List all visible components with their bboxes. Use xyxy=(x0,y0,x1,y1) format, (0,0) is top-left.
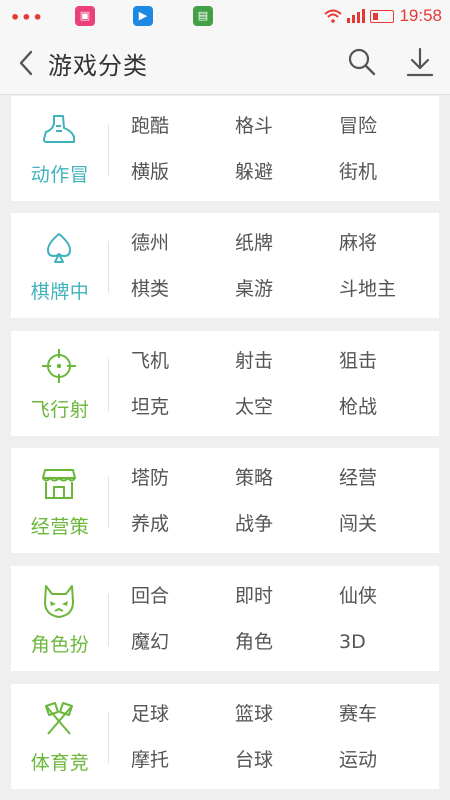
tag-link[interactable]: 跑酷 xyxy=(131,111,169,141)
tag-link[interactable]: 闯关 xyxy=(339,509,377,539)
category-roleplay[interactable]: 角色扮 xyxy=(11,566,109,671)
tag-link[interactable]: 策略 xyxy=(235,463,273,493)
tag-link[interactable]: 足球 xyxy=(131,699,169,729)
tag-link[interactable]: 养成 xyxy=(131,509,169,539)
app-header: 游戏分类 xyxy=(0,32,450,95)
category-card: 动作冒 跑酷 格斗 冒险 横版 躲避 街机 xyxy=(11,96,439,201)
category-card: 体育竞 足球 篮球 赛车 摩托 台球 运动 xyxy=(11,684,439,789)
divider xyxy=(108,712,109,764)
download-button[interactable] xyxy=(404,46,436,78)
category-label: 动作冒 xyxy=(30,164,90,186)
spade-icon xyxy=(47,233,71,263)
divider xyxy=(108,594,109,646)
tag-link[interactable]: 桌游 xyxy=(235,274,273,304)
video-player-notification-icon: ▶ xyxy=(133,6,153,26)
divider xyxy=(108,359,109,411)
tag-link[interactable]: 回合 xyxy=(131,581,169,611)
notification-dots: ••• xyxy=(10,8,44,27)
divider xyxy=(108,241,109,293)
back-button[interactable] xyxy=(14,48,40,78)
tag-link[interactable]: 台球 xyxy=(235,745,273,775)
tag-link[interactable]: 飞机 xyxy=(131,346,169,376)
tag-link[interactable]: 横版 xyxy=(131,157,169,187)
crossed-flags-icon xyxy=(45,702,73,735)
category-sports[interactable]: 体育竞 xyxy=(11,684,109,789)
category-label: 棋牌中 xyxy=(30,281,90,303)
clock: 19:58 xyxy=(399,6,442,25)
category-label: 飞行射 xyxy=(30,399,90,421)
tag-link[interactable]: 狙击 xyxy=(339,346,377,376)
tag-link[interactable]: 魔幻 xyxy=(131,627,169,657)
tag-link[interactable]: 冒险 xyxy=(339,111,377,141)
signal-icon xyxy=(347,9,366,23)
shop-icon xyxy=(42,469,76,499)
category-label: 角色扮 xyxy=(30,634,90,656)
tag-link[interactable]: 摩托 xyxy=(131,745,169,775)
category-action[interactable]: 动作冒 xyxy=(11,96,109,201)
tag-link[interactable]: 运动 xyxy=(339,745,377,775)
tag-link[interactable]: 射击 xyxy=(235,346,273,376)
tag-link[interactable]: 德州 xyxy=(131,228,169,258)
tag-link[interactable]: 斗地主 xyxy=(339,274,396,304)
download-icon xyxy=(406,47,434,77)
mask-icon xyxy=(44,585,74,618)
category-board[interactable]: 棋牌中 xyxy=(11,213,109,318)
category-management[interactable]: 经营策 xyxy=(11,448,109,553)
tag-link[interactable]: 战争 xyxy=(235,509,273,539)
category-card: 棋牌中 德州 纸牌 麻将 棋类 桌游 斗地主 xyxy=(11,213,439,318)
tag-link[interactable]: 塔防 xyxy=(131,463,169,493)
category-shooting[interactable]: 飞行射 xyxy=(11,331,109,436)
search-button[interactable] xyxy=(346,46,378,78)
chevron-left-icon xyxy=(19,50,33,76)
status-bar: ••• ▣ ▶ ▤ 19:58 xyxy=(0,0,450,32)
tag-link[interactable]: 棋类 xyxy=(131,274,169,304)
tag-link[interactable]: 枪战 xyxy=(339,392,377,422)
category-card: 飞行射 飞机 射击 狙击 坦克 太空 枪战 xyxy=(11,331,439,436)
tag-link[interactable]: 麻将 xyxy=(339,228,377,258)
tag-link[interactable]: 3D xyxy=(339,627,366,657)
tag-link[interactable]: 坦克 xyxy=(131,392,169,422)
tag-link[interactable]: 纸牌 xyxy=(235,228,273,258)
tag-link[interactable]: 经营 xyxy=(339,463,377,493)
tag-link[interactable]: 篮球 xyxy=(235,699,273,729)
tag-link[interactable]: 赛车 xyxy=(339,699,377,729)
app-notification-icon: ▤ xyxy=(193,6,213,26)
tag-link[interactable]: 即时 xyxy=(235,581,273,611)
divider xyxy=(108,476,109,528)
crosshair-icon xyxy=(42,349,76,383)
battery-icon xyxy=(370,9,395,23)
tag-link[interactable]: 角色 xyxy=(235,627,273,657)
tag-link[interactable]: 太空 xyxy=(235,392,273,422)
tag-link[interactable]: 躲避 xyxy=(235,157,273,187)
category-label: 体育竞 xyxy=(30,752,90,774)
tag-link[interactable]: 仙侠 xyxy=(339,581,377,611)
wifi-icon xyxy=(324,9,343,23)
tag-link[interactable]: 格斗 xyxy=(235,111,273,141)
gallery-notification-icon: ▣ xyxy=(75,6,95,26)
category-card: 角色扮 回合 即时 仙侠 魔幻 角色 3D xyxy=(11,566,439,671)
search-icon xyxy=(348,48,376,76)
status-indicators: 19:58 xyxy=(324,6,442,26)
category-label: 经营策 xyxy=(30,516,90,538)
page-title: 游戏分类 xyxy=(48,52,148,80)
divider xyxy=(108,124,109,176)
shoe-icon xyxy=(43,115,75,143)
tag-link[interactable]: 街机 xyxy=(339,157,377,187)
category-card: 经营策 塔防 策略 经营 养成 战争 闯关 xyxy=(11,448,439,553)
